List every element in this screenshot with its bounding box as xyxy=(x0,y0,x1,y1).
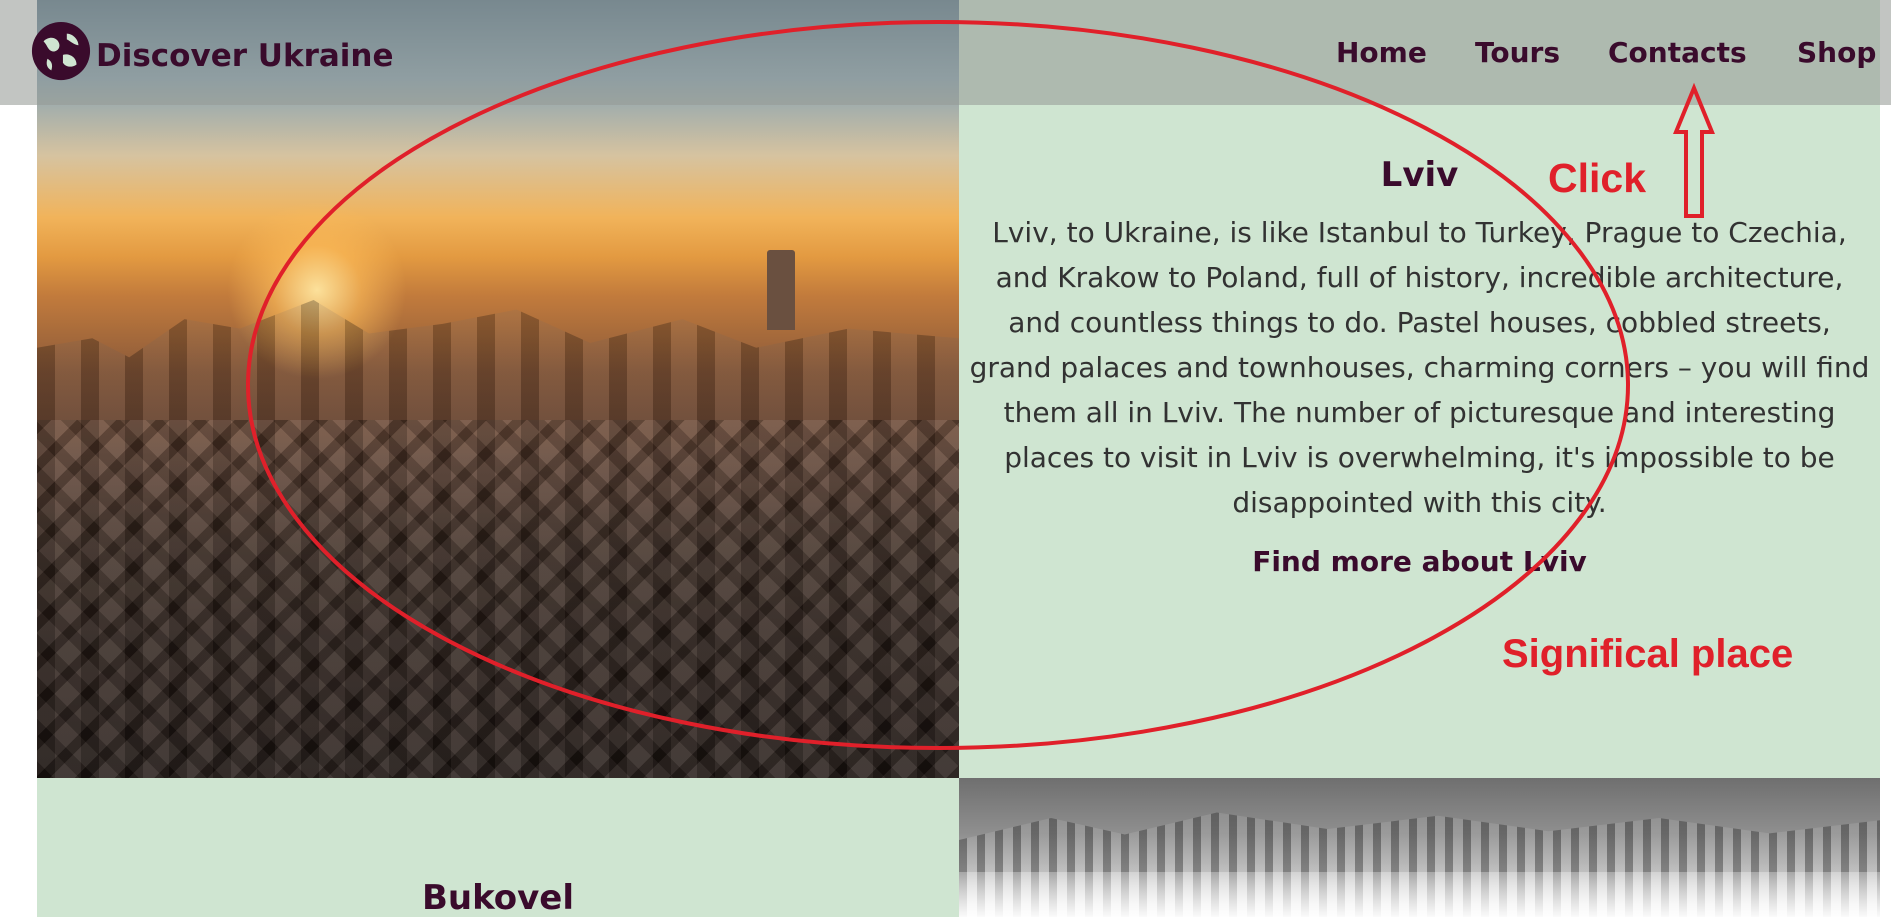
globe-icon xyxy=(31,21,91,81)
ski-slope xyxy=(959,872,1880,917)
brand-logo[interactable]: Discover Ukraine xyxy=(30,20,394,82)
bukovel-photo xyxy=(959,778,1880,917)
nav-contacts[interactable]: Contacts xyxy=(1608,36,1747,69)
top-nav: Discover Ukraine Home Tours Contacts Sho… xyxy=(0,0,1891,105)
town-hall-tower xyxy=(767,250,795,330)
bukovel-title: Bukovel xyxy=(421,878,575,918)
nav-tours[interactable]: Tours xyxy=(1475,36,1560,69)
rooftops xyxy=(37,420,959,778)
find-more-lviv-link[interactable]: Find more about Lviv xyxy=(959,545,1880,578)
nav-shop[interactable]: Shop xyxy=(1797,36,1876,69)
lviv-photo xyxy=(37,0,959,778)
lviv-title: Lviv xyxy=(1380,155,1459,195)
lviv-description: Lviv, to Ukraine, is like Istanbul to Tu… xyxy=(969,216,1870,519)
bukovel-info-panel: Bukovel xyxy=(37,778,959,918)
brand-name: Discover Ukraine xyxy=(96,38,394,74)
nav-home[interactable]: Home xyxy=(1336,36,1427,69)
lviv-info-panel: Lviv Lviv, to Ukraine, is like Istanbul … xyxy=(959,0,1880,778)
